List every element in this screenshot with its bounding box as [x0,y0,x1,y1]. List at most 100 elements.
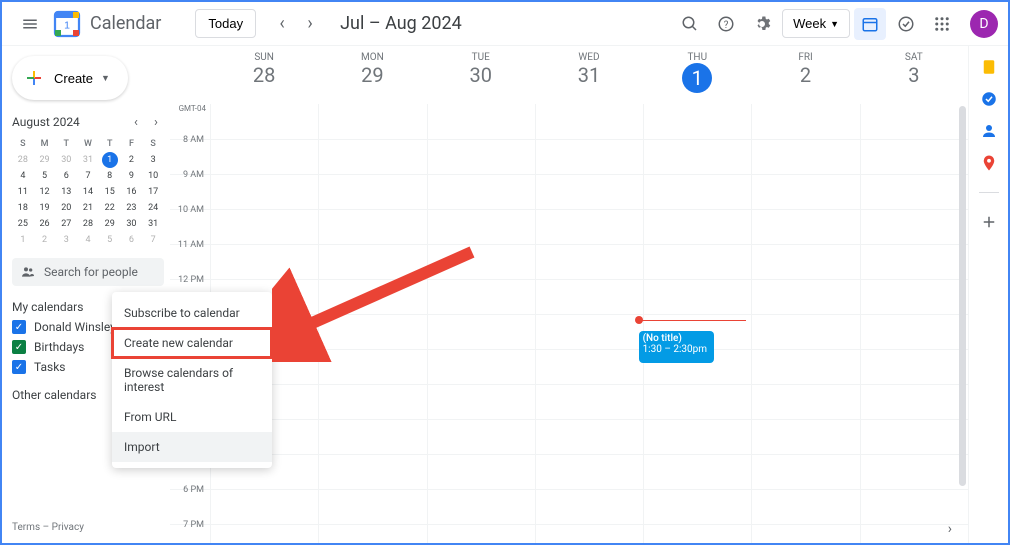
mini-day[interactable]: 29 [99,216,121,232]
mini-day[interactable]: 15 [99,184,121,200]
prev-week-button[interactable]: ‹ [268,10,296,38]
app-name: Calendar [90,13,161,34]
mini-day[interactable]: 3 [142,152,164,168]
mini-day[interactable]: 16 [121,184,143,200]
today-button[interactable]: Today [195,9,256,38]
search-icon[interactable] [674,8,706,40]
mini-day[interactable]: 28 [77,216,99,232]
mini-day[interactable]: 5 [99,232,121,248]
time-label: 7 PM [170,520,210,543]
event[interactable]: (No title)1:30 – 2:30pm [639,331,714,363]
mini-day[interactable]: 7 [77,168,99,184]
checkbox-icon[interactable]: ✓ [12,360,26,374]
checkbox-icon[interactable]: ✓ [12,340,26,354]
mini-day[interactable]: 26 [34,216,56,232]
settings-icon[interactable] [746,8,778,40]
mini-day[interactable]: 3 [55,232,77,248]
logo: 1 Calendar [52,9,161,39]
mini-day[interactable]: 10 [142,168,164,184]
mini-day[interactable]: 2 [34,232,56,248]
tasks-side-icon[interactable] [980,90,998,108]
mini-day[interactable]: 1 [12,232,34,248]
add-addon-icon[interactable] [980,213,998,231]
calendar-view-icon[interactable] [854,8,886,40]
mini-day[interactable]: 21 [77,200,99,216]
mini-day[interactable]: 29 [34,152,56,168]
mini-day[interactable]: 28 [12,152,34,168]
mini-day[interactable]: 30 [55,152,77,168]
day-header[interactable]: MON29 [318,46,426,104]
time-label [170,104,210,139]
mini-day[interactable]: 20 [55,200,77,216]
search-people-input[interactable]: Search for people [12,258,164,286]
mini-day[interactable]: 18 [12,200,34,216]
menu-icon[interactable] [12,6,48,42]
time-label: 8 AM [170,135,210,174]
view-selector[interactable]: Week▼ [782,9,850,38]
mini-day[interactable]: 9 [121,168,143,184]
mini-month-label: August 2024 [12,115,80,129]
time-label: 9 AM [170,170,210,209]
time-label: 10 AM [170,205,210,244]
day-header[interactable]: SAT3 [860,46,968,104]
mini-day[interactable]: 8 [99,168,121,184]
expand-side-panel-icon[interactable]: › [948,521,952,537]
terms-link[interactable]: Terms [12,522,40,533]
context-menu: Subscribe to calendarCreate new calendar… [112,292,272,468]
mini-day[interactable]: 5 [34,168,56,184]
mini-day[interactable]: 1 [102,152,118,168]
time-grid[interactable]: 8 AM9 AM10 AM11 AM12 PM1 PM2 PM3 PM4 PM5… [170,104,968,543]
people-icon [20,264,36,280]
mini-day[interactable]: 4 [12,168,34,184]
now-indicator [639,320,746,321]
mini-next-button[interactable]: › [148,114,164,130]
avatar[interactable]: D [970,10,998,38]
mini-day[interactable]: 12 [34,184,56,200]
svg-text:?: ? [724,19,729,30]
help-icon[interactable]: ? [710,8,742,40]
day-header[interactable]: FRI2 [751,46,859,104]
day-header[interactable]: THU1 [643,46,751,104]
tasks-icon[interactable] [890,8,922,40]
mini-day[interactable]: 17 [142,184,164,200]
contacts-icon[interactable] [980,122,998,140]
day-header[interactable]: WED31 [535,46,643,104]
apps-icon[interactable] [926,8,958,40]
mini-calendar[interactable]: SMTWTFS282930311234567891011121314151617… [12,136,164,248]
create-button[interactable]: Create ▼ [12,56,128,100]
mini-day[interactable]: 13 [55,184,77,200]
keep-icon[interactable] [980,58,998,76]
mini-day[interactable]: 19 [34,200,56,216]
menu-item[interactable]: Create new calendar [112,328,272,358]
mini-day[interactable]: 27 [55,216,77,232]
menu-item[interactable]: Subscribe to calendar [112,298,272,328]
menu-item[interactable]: Browse calendars of interest [112,358,272,402]
mini-day[interactable]: 25 [12,216,34,232]
mini-day[interactable]: 22 [99,200,121,216]
maps-icon[interactable] [980,154,998,172]
mini-day[interactable]: 2 [121,152,143,168]
privacy-link[interactable]: Privacy [52,522,84,533]
checkbox-icon[interactable]: ✓ [12,320,26,334]
mini-day[interactable]: 6 [55,168,77,184]
day-header[interactable]: TUE30 [427,46,535,104]
mini-day[interactable]: 23 [121,200,143,216]
header: 1 Calendar Today ‹ › Jul – Aug 2024 ? We… [2,2,1008,46]
mini-day[interactable]: 4 [77,232,99,248]
date-range: Jul – Aug 2024 [340,13,462,34]
mini-day[interactable]: 14 [77,184,99,200]
menu-item[interactable]: Import [112,432,272,462]
mini-day[interactable]: 30 [121,216,143,232]
time-label: 6 PM [170,485,210,524]
day-header[interactable]: SUN28 [210,46,318,104]
mini-day[interactable]: 24 [142,200,164,216]
menu-item[interactable]: From URL [112,402,272,432]
mini-day[interactable]: 31 [77,152,99,168]
mini-day[interactable]: 31 [142,216,164,232]
mini-prev-button[interactable]: ‹ [128,114,144,130]
scrollbar[interactable] [959,106,966,486]
mini-day[interactable]: 6 [121,232,143,248]
mini-day[interactable]: 11 [12,184,34,200]
next-week-button[interactable]: › [296,10,324,38]
mini-day[interactable]: 7 [142,232,164,248]
